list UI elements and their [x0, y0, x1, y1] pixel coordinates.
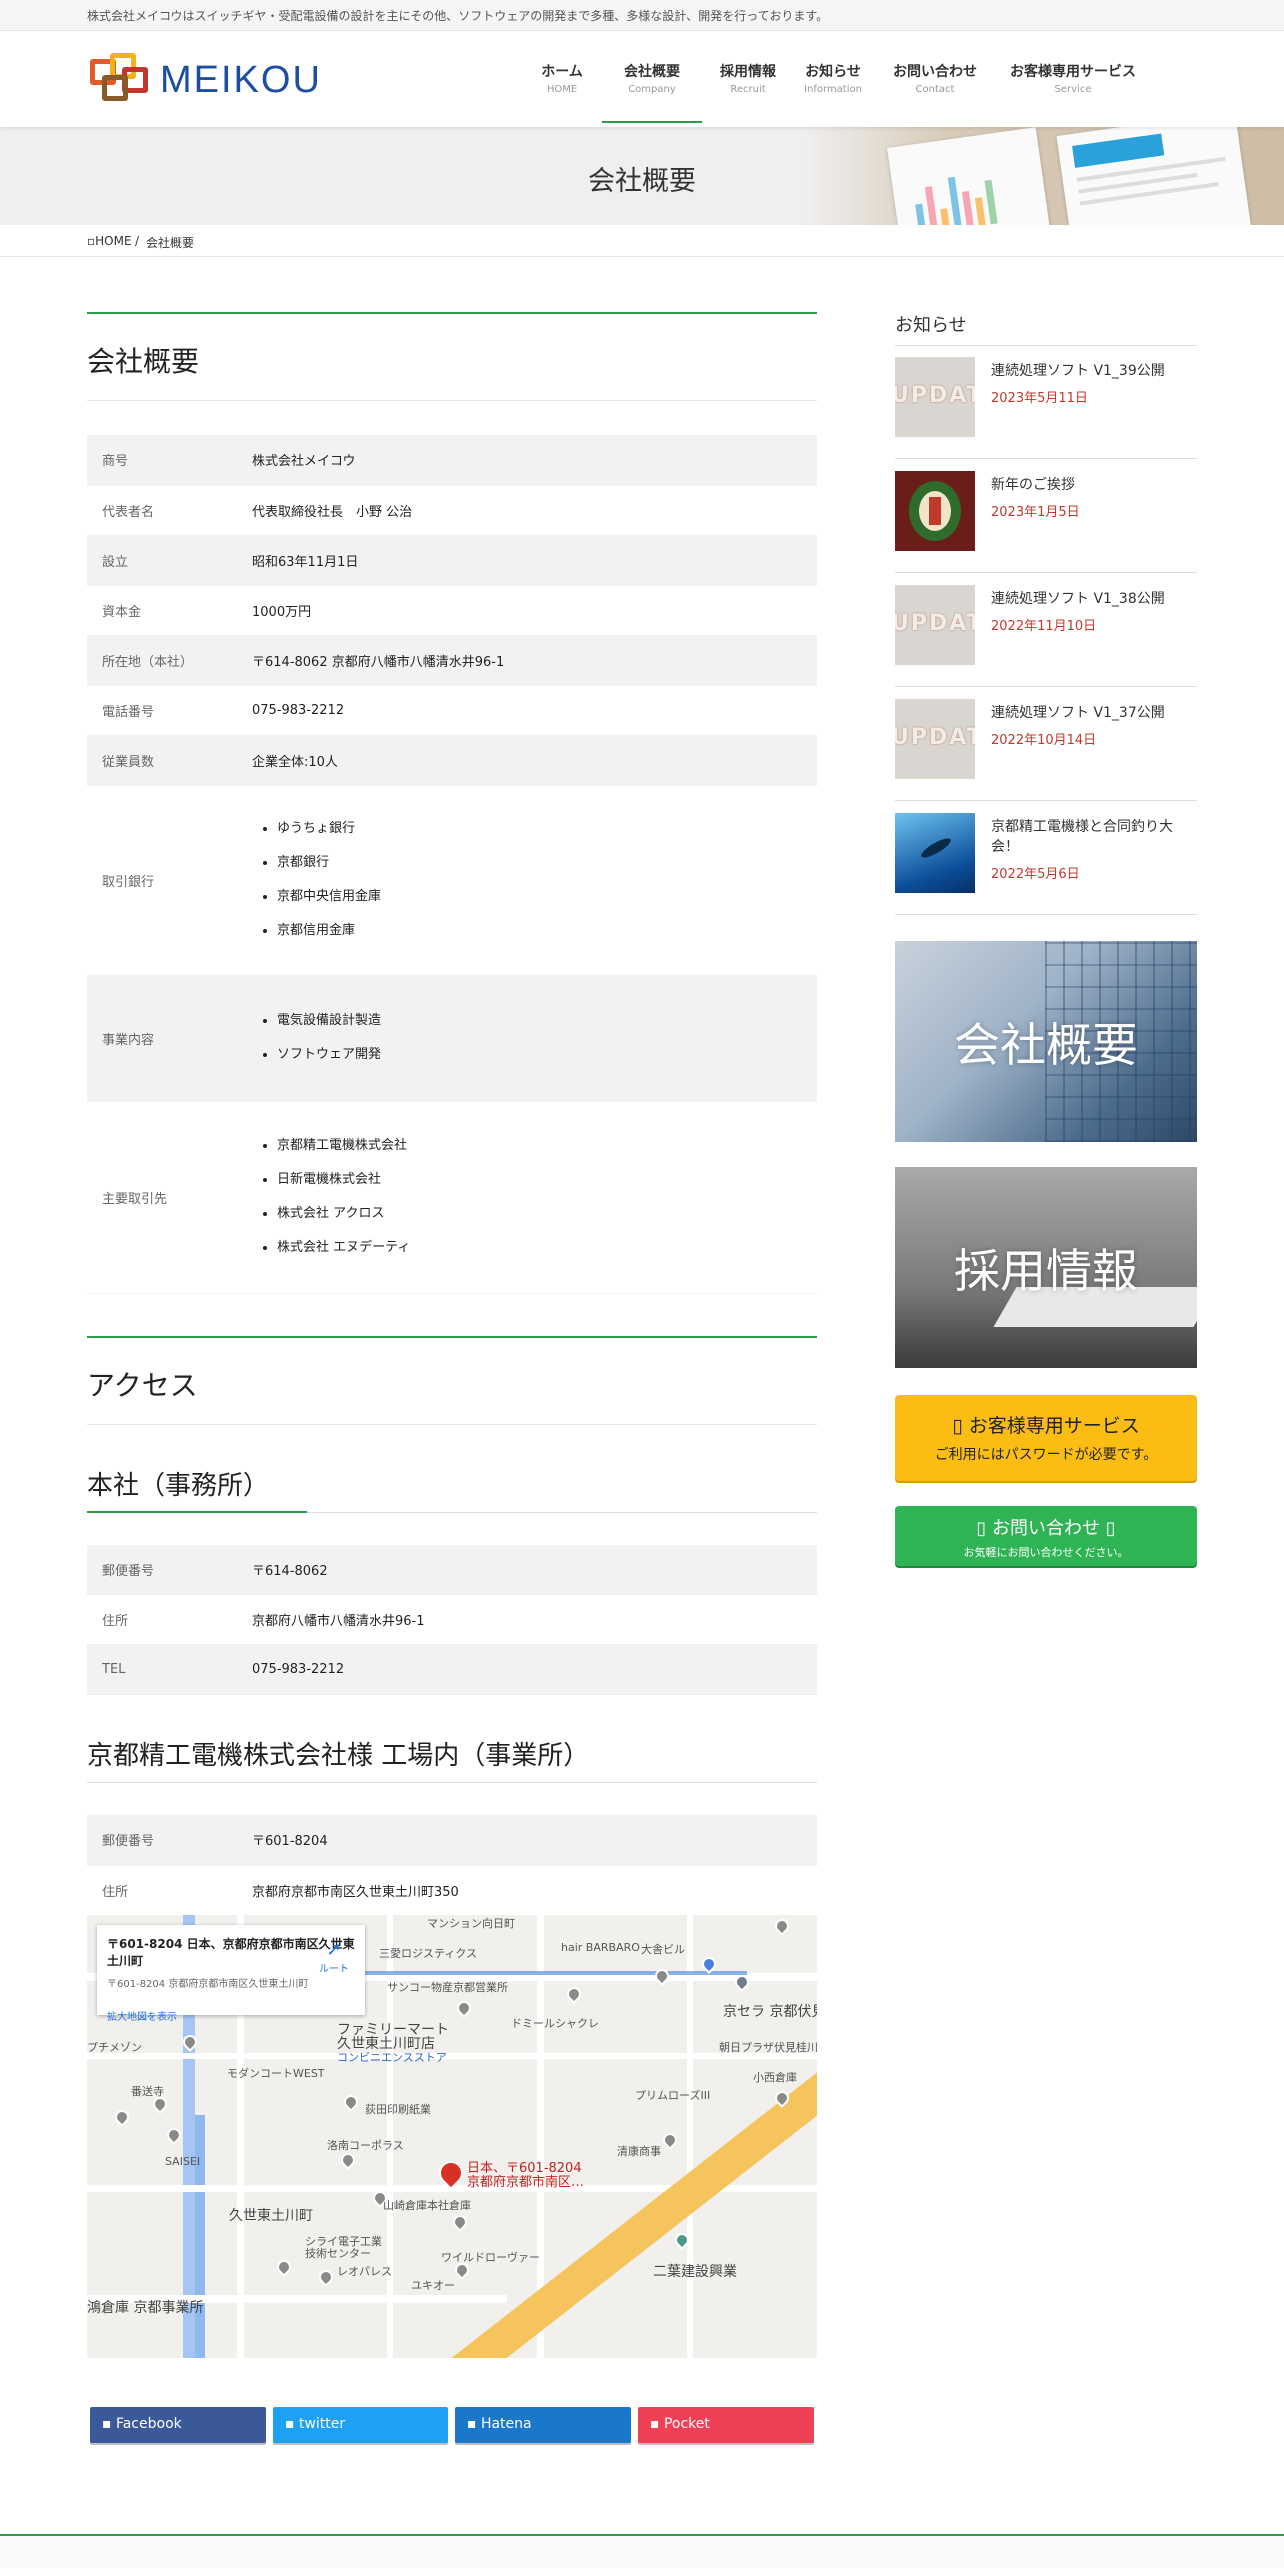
page-header-banner: 会社概要: [0, 127, 1284, 225]
nav-recruit[interactable]: 採用情報 Recruit: [716, 61, 780, 123]
pocket-icon: ▪: [650, 2416, 664, 2432]
list-item: 京都中央信用金庫: [277, 880, 802, 914]
table-row-banks: 取引銀行 ゆうちょ銀行 京都銀行 京都中央信用金庫 京都信用金庫: [87, 785, 817, 976]
company-banner-label: 会社概要: [954, 1018, 1138, 1072]
news-item[interactable]: 新年のご挨拶 2023年1月5日: [895, 459, 1197, 573]
table-row: 従業員数 企業全体:10人: [87, 735, 817, 786]
embedded-map[interactable]: マンション向日町 三愛ロジスティクス hair BARBARO 大舎ビル 京セラ…: [87, 1915, 817, 2358]
top-info-text: 株式会社メイコウはスイッチギヤ・受配電設備の設計を主にその他、ソフトウェアの開発…: [87, 9, 829, 23]
recruit-banner[interactable]: 採用情報: [895, 1167, 1197, 1368]
table-row-business: 事業内容 電気設備設計製造 ソフトウェア開発: [87, 975, 817, 1102]
highway: [417, 2040, 817, 2358]
new-year-wreath-thumbnail: [895, 471, 975, 551]
main-content: 会社概要 商号 株式会社メイコウ 代表者名 代表取締役社長 小野 公治 設立 昭和63…: [87, 312, 817, 1916]
company-section-title: 会社概要: [87, 312, 817, 401]
update-thumbnail: UPDATE: [895, 357, 975, 437]
banks-list: ゆうちょ銀行 京都銀行 京都中央信用金庫 京都信用金庫: [252, 812, 802, 948]
table-row: TEL 075-983-2212: [87, 1644, 817, 1695]
nav-information[interactable]: お知らせ Information: [802, 61, 864, 123]
page-title: 会社概要: [588, 166, 696, 197]
news-item[interactable]: UPDATE 連続処理ソフト V1_37公開 2022年10月14日: [895, 687, 1197, 801]
breadcrumb-separator: /: [135, 234, 140, 248]
share-facebook-button[interactable]: ▪ Facebook: [90, 2407, 266, 2443]
table-row: 住所 京都府八幡市八幡清水井96-1: [87, 1594, 817, 1645]
business-list: 電気設備設計製造 ソフトウェア開発: [252, 1004, 802, 1072]
share-hatena-button[interactable]: ▪ Hatena: [455, 2407, 631, 2443]
footer-divider: [0, 2534, 1284, 2568]
map-info-card: 〒601-8204 日本、京都府京都市南区久世東土川町 〒601-8204 京都…: [97, 1925, 365, 2023]
twitter-icon: ▪: [285, 2416, 299, 2432]
site-logo[interactable]: MEIKOU: [88, 53, 328, 109]
update-thumbnail: UPDATE: [895, 585, 975, 665]
share-twitter-button[interactable]: ▪ twitter: [273, 2407, 448, 2443]
clients-list: 京都精工電機株式会社 日新電機株式会社 株式会社 アクロス 株式会社 エヌデーテ…: [252, 1129, 802, 1265]
facebook-icon: ▪: [102, 2416, 116, 2432]
nav-service[interactable]: お客様専用サービス Service: [1006, 61, 1140, 123]
company-banner[interactable]: 会社概要: [895, 941, 1197, 1142]
office-info-table: 郵便番号 〒601-8204 住所 京都府京都市南区久世東土川町350: [87, 1815, 817, 1916]
site-header: MEIKOU ホーム HOME 会社概要 Company 採用情報 Recruit お…: [0, 31, 1284, 127]
share-pocket-button[interactable]: ▪ Pocket: [638, 2407, 814, 2443]
list-item: 株式会社 エヌデーティ: [277, 1231, 802, 1265]
table-row: 郵便番号 〒601-8204: [87, 1815, 817, 1866]
table-row: 資本金 1000万円: [87, 585, 817, 636]
nav-home[interactable]: ホーム HOME: [540, 61, 584, 123]
chevron-right-icon: ▯: [1100, 1518, 1116, 1539]
table-row: 商号 株式会社メイコウ: [87, 435, 817, 486]
main-nav: ホーム HOME 会社概要 Company 採用情報 Recruit お知らせ Info…: [520, 61, 1200, 123]
underwater-thumbnail: [895, 813, 975, 893]
list-item: 京都信用金庫: [277, 914, 802, 948]
table-row: 所在地（本社） 〒614-8062 京都府八幡市八幡清水井96-1: [87, 635, 817, 686]
breadcrumb: ▫HOME / 会社概要: [0, 225, 1284, 257]
nav-company[interactable]: 会社概要 Company: [602, 61, 702, 123]
table-row: 住所 京都府京都市南区久世東土川町350: [87, 1865, 817, 1916]
enlarge-map-link[interactable]: 拡大地図を表示: [107, 2008, 355, 2023]
table-row-clients: 主要取引先 京都精工電機株式会社 日新電機株式会社 株式会社 アクロス 株式会社…: [87, 1101, 817, 1294]
list-item: 株式会社 アクロス: [277, 1197, 802, 1231]
top-info-bar: 株式会社メイコウはスイッチギヤ・受配電設備の設計を主にその他、ソフトウェアの開発…: [0, 0, 1284, 31]
news-item[interactable]: UPDATE 連続処理ソフト V1_39公開 2023年5月11日: [895, 345, 1197, 459]
directions-button[interactable]: ➚ ルート: [319, 1939, 349, 1975]
table-row: 代表者名 代表取締役社長 小野 公治: [87, 485, 817, 536]
office-title: 京都精工電機株式会社様 工場内（事業所）: [87, 1735, 817, 1783]
contact-button[interactable]: ▯ お問い合わせ ▯ お気軽にお問い合わせください。: [895, 1506, 1197, 1566]
news-item[interactable]: 京都精工電機様と合同釣り大会！ 2022年5月6日: [895, 801, 1197, 915]
list-item: 日新電機株式会社: [277, 1163, 802, 1197]
hq-title: 本社（事務所）: [87, 1465, 817, 1513]
directions-icon: ➚: [326, 1939, 342, 1960]
breadcrumb-home-link[interactable]: ▫HOME: [87, 234, 132, 248]
nav-contact[interactable]: お問い合わせ Contact: [890, 61, 980, 123]
lock-icon: ▯: [952, 1415, 969, 1437]
access-section-title: アクセス: [87, 1335, 817, 1425]
table-row: 電話番号 075-983-2212: [87, 685, 817, 736]
list-item: 京都精工電機株式会社: [277, 1129, 802, 1163]
logo-mark-icon: [88, 53, 152, 105]
list-item: ソフトウェア開発: [277, 1038, 802, 1072]
customer-service-button[interactable]: ▯ お客様専用サービス ご利用にはパスワードが必要です。: [895, 1395, 1197, 1481]
hq-info-table: 郵便番号 〒614-8062 住所 京都府八幡市八幡清水井96-1 TEL 075-9…: [87, 1544, 817, 1695]
breadcrumb-current: 会社概要: [146, 236, 195, 250]
company-info-table: 商号 株式会社メイコウ 代表者名 代表取締役社長 小野 公治 設立 昭和63年11月1…: [87, 435, 817, 1294]
list-item: ゆうちょ銀行: [277, 812, 802, 846]
update-thumbnail: UPDATE: [895, 699, 975, 779]
sidebar-news-title: お知らせ: [895, 311, 1197, 346]
hatena-icon: ▪: [467, 2416, 481, 2432]
list-item: 京都銀行: [277, 846, 802, 880]
recruit-banner-label: 採用情報: [954, 1244, 1138, 1298]
news-item[interactable]: UPDATE 連続処理ソフト V1_38公開 2022年11月10日: [895, 573, 1197, 687]
list-item: 電気設備設計製造: [277, 1004, 802, 1038]
home-icon: ▫: [87, 234, 96, 248]
table-row: 郵便番号 〒614-8062: [87, 1544, 817, 1595]
logo-text: MEIKOU: [160, 59, 322, 101]
table-row: 設立 昭和63年11月1日: [87, 535, 817, 586]
mail-icon: ▯: [976, 1518, 992, 1539]
